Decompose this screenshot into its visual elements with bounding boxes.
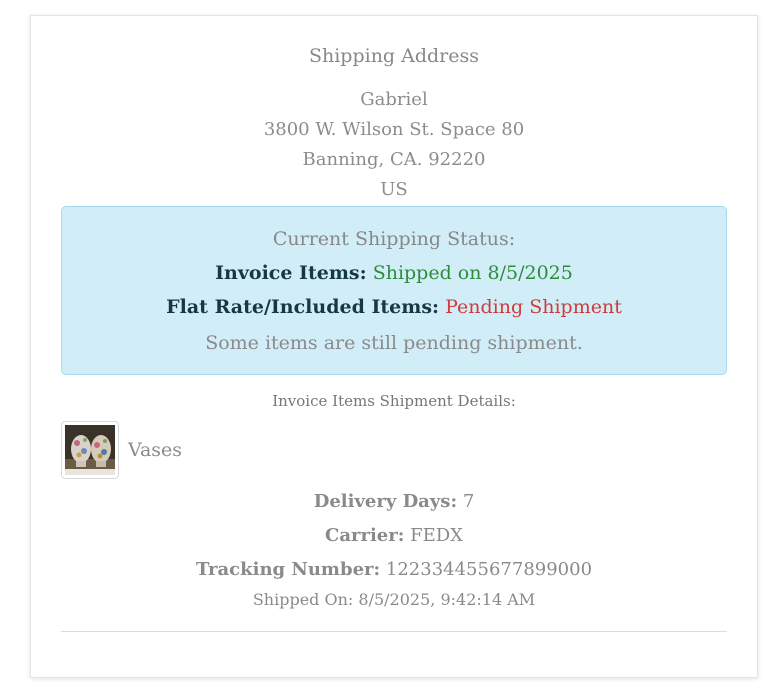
carrier-label: Carrier: [325,525,405,546]
shipment-item: Vases [61,419,182,481]
flat-rate-value: Pending Shipment [445,296,622,318]
country: US [380,179,408,200]
city-state-zip: Banning, CA. 92220 [302,149,486,170]
flat-rate-status: Flat Rate/Included Items: Pending Shipme… [62,296,726,318]
delivery-days-value: 7 [462,491,475,512]
shipping-address-title: Shipping Address [308,45,480,67]
divider [61,631,727,632]
vases-image [65,425,115,475]
shipping-status-box: Current Shipping Status: Invoice Items: … [61,206,727,375]
carrier-value: FEDX [410,525,463,546]
flat-rate-label: Flat Rate/Included Items: [166,296,440,318]
street-address: 3800 W. Wilson St. Space 80 [263,119,525,140]
tracking-number-label: Tracking Number: [195,559,381,580]
shipped-on: Shipped On: 8/5/2025, 9:42:14 AM [252,590,536,609]
order-shipping-card: Shipping Address Gabriel 3800 W. Wilson … [30,15,758,678]
recipient-name: Gabriel [360,89,428,110]
invoice-items-label: Invoice Items: [215,262,367,284]
tracking-number: Tracking Number: 122334455677899000 [31,559,757,580]
tracking-number-value[interactable]: 122334455677899000 [386,559,592,580]
status-note: Some items are still pending shipment. [205,332,583,354]
delivery-days: Delivery Days: 7 [31,491,757,512]
delivery-days-label: Delivery Days: [313,491,458,512]
invoice-items-status: Invoice Items: Shipped on 8/5/2025 [62,262,726,284]
carrier: Carrier: FEDX [31,525,757,546]
item-name: Vases [128,439,183,461]
vases-thumbnail[interactable] [61,421,119,479]
invoice-items-value: Shipped on 8/5/2025 [372,262,573,284]
status-title: Current Shipping Status: [272,228,516,250]
shipment-details-title: Invoice Items Shipment Details: [272,392,516,410]
